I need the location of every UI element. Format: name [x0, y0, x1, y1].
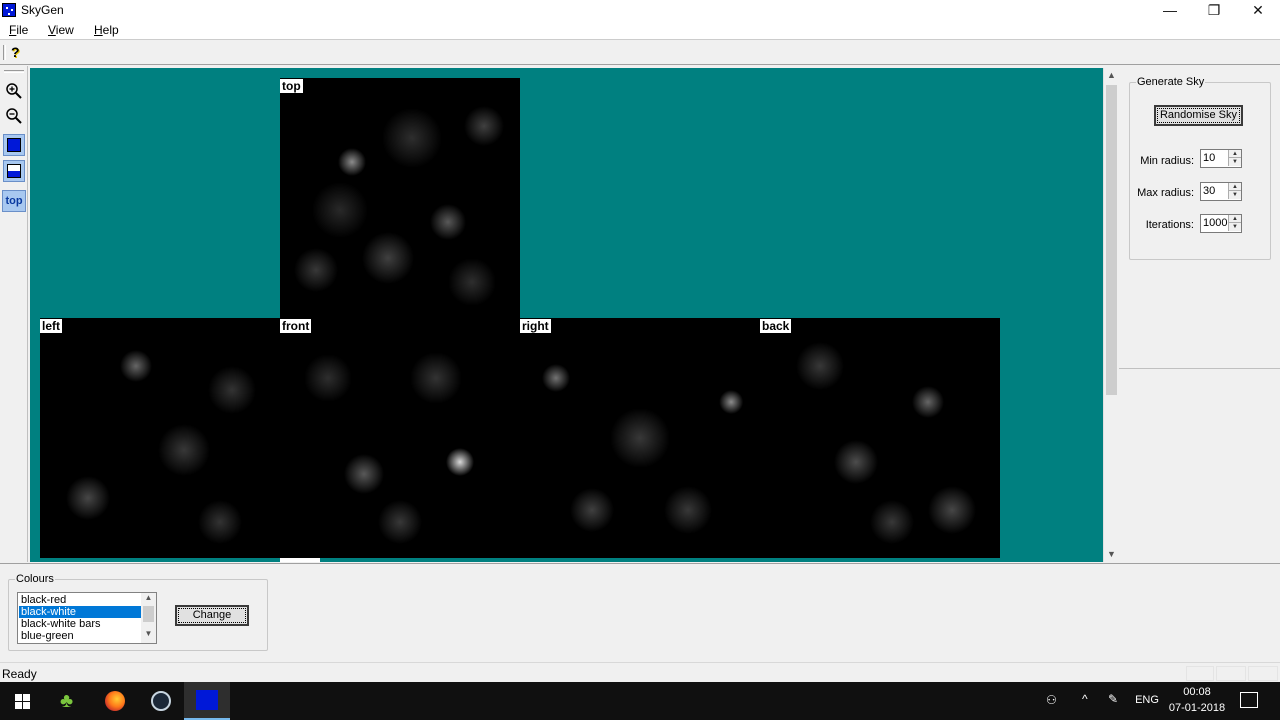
status-text: Ready [2, 667, 37, 681]
side-toolbar: top [0, 66, 28, 562]
help-icon[interactable]: ? [11, 44, 27, 62]
iterations-label: Iterations: [1145, 219, 1194, 231]
window-title: SkyGen [21, 3, 64, 17]
change-colour-button[interactable]: Change [175, 605, 249, 626]
minimize-button[interactable]: — [1148, 0, 1192, 20]
scroll-thumb[interactable] [143, 606, 154, 622]
menu-file[interactable]: File [9, 23, 28, 37]
min-radius-value[interactable]: 10 [1203, 152, 1215, 164]
iterations-stepper[interactable]: 10000 ▲ ▼ [1200, 214, 1242, 233]
spin-down-icon[interactable]: ▼ [1228, 223, 1241, 231]
spin-up-icon[interactable]: ▲ [1228, 183, 1241, 191]
tray-chevron-up-icon[interactable]: ^ [1082, 692, 1096, 708]
colours-title: Colours [15, 573, 55, 585]
start-button[interactable] [0, 682, 46, 720]
people-icon[interactable]: ⚇ [1046, 693, 1064, 709]
zoom-in-icon[interactable] [5, 82, 23, 100]
top-label-button[interactable]: top [2, 190, 26, 212]
skybox-face-bottom-label-edge [280, 558, 320, 562]
status-pane [1248, 666, 1278, 681]
pen-icon[interactable]: ✎ [1108, 692, 1124, 708]
side-toolbar-grip[interactable] [4, 70, 24, 73]
sky-view-icon [7, 138, 21, 152]
scroll-down-icon[interactable]: ▼ [1104, 547, 1119, 562]
colour-item-black-white[interactable]: black-white [19, 606, 142, 618]
skybox-face-back: back [760, 318, 1000, 558]
clover-icon: ♣ [60, 690, 74, 712]
flat-view-button[interactable] [3, 160, 25, 182]
menu-help[interactable]: Help [94, 23, 119, 37]
zoom-out-icon[interactable] [5, 107, 23, 125]
taskbar: ♣ ⚇ ^ ✎ ENG 00:08 07-01-2018 [0, 682, 1280, 720]
title-bar: SkyGen — ❐ ✕ [0, 0, 1280, 20]
sky-view-button[interactable] [3, 134, 25, 156]
taskbar-firefox[interactable] [92, 682, 138, 720]
skybox-face-front: front [280, 318, 520, 558]
app-icon [2, 3, 16, 17]
spin-down-icon[interactable]: ▼ [1228, 158, 1241, 166]
face-label: back [760, 319, 792, 333]
colour-item-blue-green[interactable]: blue-green [19, 630, 142, 642]
min-radius-label: Min radius: [1140, 155, 1194, 167]
face-label: right [520, 319, 551, 333]
menu-bar: File View Help [0, 20, 1280, 40]
colours-scrollbar[interactable]: ▲ ▼ [141, 593, 156, 643]
taskbar-clover-app[interactable]: ♣ [46, 682, 92, 720]
colour-item-black-red[interactable]: black-red [19, 594, 142, 606]
restore-button[interactable]: ❐ [1192, 0, 1236, 20]
spin-up-icon[interactable]: ▲ [1228, 215, 1241, 223]
scroll-up-icon[interactable]: ▲ [141, 593, 156, 605]
skybox-face-top: top [280, 78, 520, 318]
status-pane [1186, 666, 1214, 681]
right-panel: Generate Sky Randomise Sky Min radius: 1… [1119, 68, 1280, 562]
max-radius-stepper[interactable]: 30 ▲ ▼ [1200, 182, 1242, 201]
menu-view[interactable]: View [48, 23, 74, 37]
colours-listbox[interactable]: black-red black-white black-white bars b… [17, 592, 157, 644]
panel-divider [1119, 368, 1280, 369]
scroll-down-icon[interactable]: ▼ [141, 629, 156, 641]
scroll-thumb[interactable] [1106, 85, 1117, 395]
skygen-icon [196, 690, 218, 710]
face-label: top [280, 79, 303, 93]
face-label: left [40, 319, 62, 333]
generate-sky-title: Generate Sky [1136, 76, 1206, 88]
face-label: front [280, 319, 312, 333]
steam-icon [151, 691, 171, 711]
min-radius-stepper[interactable]: 10 ▲ ▼ [1200, 149, 1242, 168]
firefox-icon [105, 691, 125, 711]
clock-date[interactable]: 07-01-2018 [1164, 702, 1230, 714]
canvas-scrollbar[interactable]: ▲ ▼ [1103, 68, 1118, 562]
skybox-face-left: left [40, 318, 280, 558]
flat-view-icon [7, 164, 21, 178]
toolbar: ? [0, 41, 1280, 65]
spin-down-icon[interactable]: ▼ [1228, 191, 1241, 199]
scroll-up-icon[interactable]: ▲ [1104, 68, 1119, 83]
bottom-panel: Colours black-red black-white black-whit… [0, 563, 1280, 661]
windows-icon [15, 694, 30, 709]
skybox-canvas[interactable]: top left front right back [30, 68, 1103, 562]
taskbar-skygen[interactable] [184, 682, 230, 720]
clock-time[interactable]: 00:08 [1168, 686, 1226, 698]
colour-item-black-white-bars[interactable]: black-white bars [19, 618, 142, 630]
language-indicator[interactable]: ENG [1134, 694, 1160, 706]
taskbar-steam[interactable] [138, 682, 184, 720]
skybox-face-right: right [520, 318, 760, 558]
max-radius-value[interactable]: 30 [1203, 185, 1215, 197]
status-bar: Ready [0, 662, 1280, 682]
close-button[interactable]: ✕ [1236, 0, 1280, 20]
spin-up-icon[interactable]: ▲ [1228, 150, 1241, 158]
status-pane [1216, 666, 1246, 681]
generate-sky-group: Generate Sky Randomise Sky Min radius: 1… [1129, 76, 1271, 260]
max-radius-label: Max radius: [1137, 187, 1194, 199]
randomise-sky-button[interactable]: Randomise Sky [1154, 105, 1243, 126]
notifications-icon[interactable] [1240, 692, 1258, 708]
toolbar-grip[interactable] [3, 45, 6, 60]
